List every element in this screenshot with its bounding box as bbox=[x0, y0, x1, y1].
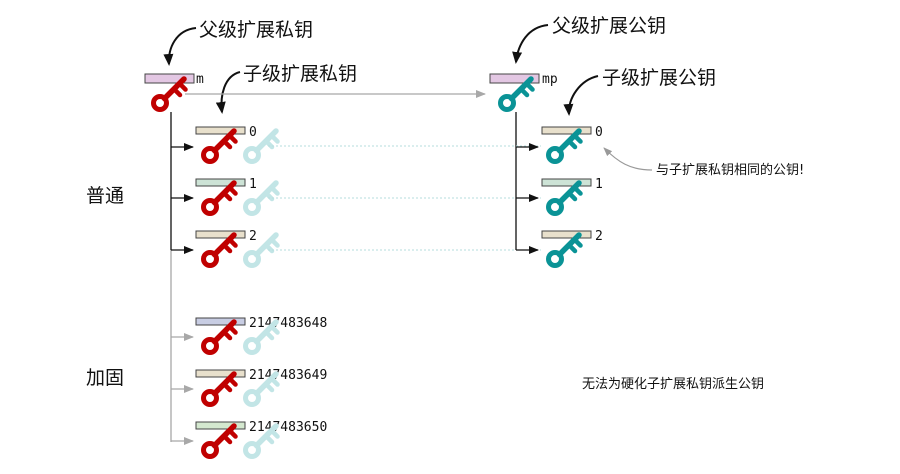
child-public-key-icon bbox=[549, 235, 581, 266]
index-label: 1 bbox=[249, 177, 257, 192]
parent-public-tag: mp bbox=[542, 72, 558, 87]
index-label: 2147483650 bbox=[249, 420, 327, 435]
normal-section-label: 普通 bbox=[86, 185, 124, 207]
index-label: 2 bbox=[595, 229, 603, 244]
hardened-child-1: 2147483649 bbox=[171, 368, 327, 405]
index-bar bbox=[195, 230, 246, 239]
child-public-pointer-arrow bbox=[563, 75, 599, 116]
child-private-title: 子级扩展私钥 bbox=[243, 63, 357, 85]
diagram-canvas: 父级扩展私钥 父级扩展公钥 子级扩展私钥 子级扩展公钥 m mp 0 1 2 0… bbox=[86, 15, 804, 474]
parent-private-tag: m bbox=[196, 72, 204, 87]
hardened-child-2: 2147483650 bbox=[171, 420, 327, 457]
child-private-key-icon bbox=[204, 235, 236, 266]
parent-public-title: 父级扩展公钥 bbox=[552, 15, 666, 37]
child-private-pointer-arrow bbox=[215, 71, 241, 114]
index-bar bbox=[541, 178, 592, 187]
index-bar bbox=[195, 369, 246, 378]
child-private-key-icon bbox=[204, 374, 236, 405]
public-child-0: 0 bbox=[516, 125, 603, 162]
index-bar bbox=[541, 126, 592, 135]
public-child-1: 1 bbox=[516, 177, 603, 214]
hardened-child-0: 2147483648 bbox=[171, 316, 327, 353]
parent-public-pointer-arrow bbox=[512, 24, 549, 64]
parent-private-title: 父级扩展私钥 bbox=[199, 19, 313, 41]
index-label: 0 bbox=[595, 125, 603, 140]
public-child-2: 2 bbox=[516, 229, 603, 266]
child-public-key-icon bbox=[549, 131, 581, 162]
index-label: 1 bbox=[595, 177, 603, 192]
normal-child-2: 2 bbox=[171, 229, 541, 266]
parent-private-pointer-arrow bbox=[163, 27, 197, 66]
index-bar bbox=[195, 178, 246, 187]
normal-child-0: 0 bbox=[171, 125, 541, 162]
index-label: 0 bbox=[249, 125, 257, 140]
same-pubkey-note: 与子扩展私钥相同的公钥! bbox=[656, 162, 804, 178]
no-hardened-pubkey-note: 无法为硬化子扩展私钥派生公钥 bbox=[582, 377, 764, 392]
hd-wallet-derivation-diagram: 父级扩展私钥 父级扩展公钥 子级扩展私钥 子级扩展公钥 m mp 0 1 2 0… bbox=[0, 0, 900, 474]
index-bar bbox=[195, 421, 246, 430]
parent-public-key-icon bbox=[501, 79, 533, 110]
index-label: 2 bbox=[249, 229, 257, 244]
index-bar bbox=[195, 317, 246, 326]
child-private-key-icon bbox=[204, 131, 236, 162]
index-label: 2147483649 bbox=[249, 368, 327, 383]
hardened-section-label: 加固 bbox=[86, 367, 124, 389]
same-pubkey-pointer-arrow bbox=[603, 147, 653, 171]
child-private-key-icon bbox=[204, 183, 236, 214]
child-private-key-icon bbox=[204, 426, 236, 457]
index-label: 2147483648 bbox=[249, 316, 327, 331]
index-bar bbox=[541, 230, 592, 239]
parent-private-key-icon bbox=[154, 79, 186, 110]
child-private-key-icon bbox=[204, 322, 236, 353]
child-public-key-icon bbox=[549, 183, 581, 214]
index-bar bbox=[195, 126, 246, 135]
normal-child-1: 1 bbox=[171, 177, 541, 214]
child-public-title: 子级扩展公钥 bbox=[602, 67, 716, 89]
